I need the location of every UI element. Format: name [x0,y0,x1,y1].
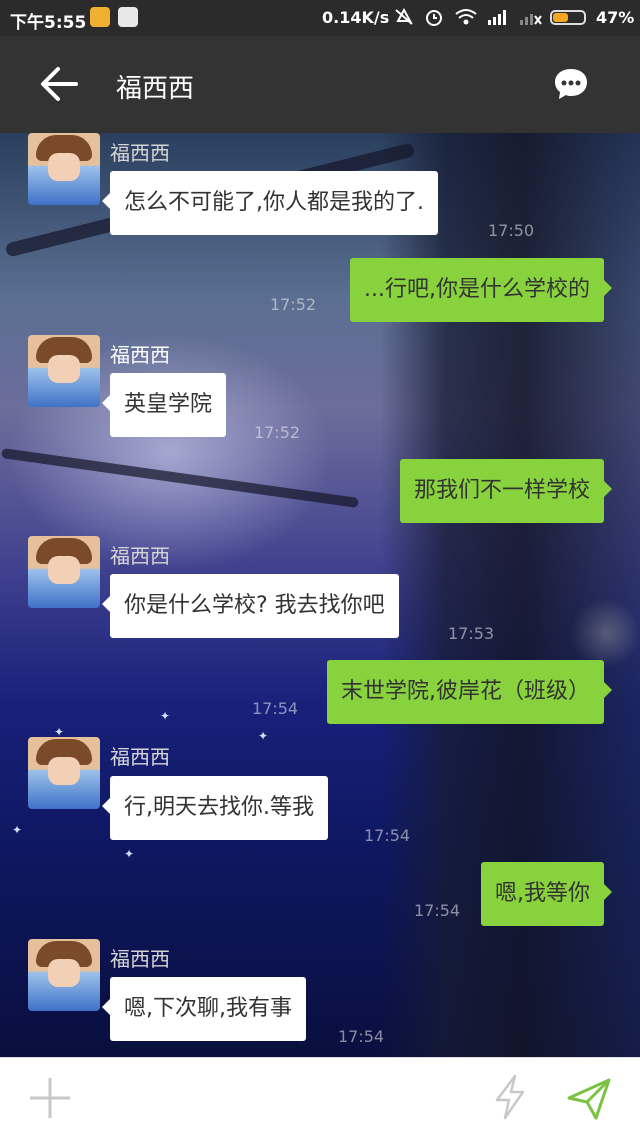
message-time: 17:52 [270,295,317,314]
message-time: 17:52 [254,423,301,442]
background-star: ✦ [124,847,135,861]
message-bubble[interactable]: 嗯,下次聊,我有事 [102,977,306,1041]
sender-name: 福西西 [110,343,170,367]
avatar-face [48,153,80,181]
message-time: 17:54 [252,699,299,718]
battery-icon [550,10,586,25]
background-branch [1,447,359,509]
background-star: ✦ [258,729,269,743]
alarm-icon [426,10,442,26]
status-time: 下午5:55 [10,13,87,33]
chat-header: 福西西 [0,36,640,133]
send-icon[interactable] [566,1076,612,1122]
avatar-face [48,556,80,584]
app-icon [118,7,138,27]
chat-title: 福西西 [116,74,195,104]
message-bubble[interactable]: ...行吧,你是什么学校的 [350,258,612,322]
message-bubble[interactable]: 怎么不可能了,你人都是我的了. [102,171,438,235]
signal-off-icon [520,14,542,25]
message-time: 17:54 [364,826,411,845]
message-time: 17:54 [338,1027,385,1046]
plus-icon[interactable] [28,1076,72,1120]
avatar-face [48,959,80,987]
avatar-face [48,757,80,785]
message-bubble[interactable]: 嗯,我等你 [481,862,612,926]
battery-fill [553,13,569,22]
arrow-left-icon[interactable] [36,64,80,104]
sender-name: 福西西 [110,947,170,971]
lightning-icon[interactable] [493,1074,527,1120]
avatar[interactable] [28,335,100,407]
message-time: 17:53 [448,624,495,643]
status-bar: 下午5:55 0.14K/s 47% [0,0,640,36]
message-time: 17:54 [414,901,461,920]
battery-percent: 47% [596,8,635,27]
background-star: ✦ [160,709,171,723]
signal-icon [488,10,506,25]
mute-icon [395,8,413,25]
sender-name: 福西西 [110,141,170,165]
wifi-icon [455,9,477,25]
sender-name: 福西西 [110,544,170,568]
input-bar [0,1057,640,1138]
network-speed: 0.14K/s [322,8,390,27]
avatar[interactable] [28,536,100,608]
message-bubble[interactable]: 那我们不一样学校 [399,459,613,523]
chat-bubble-icon[interactable] [553,67,589,101]
avatar[interactable] [28,133,100,205]
message-bubble[interactable]: 英皇学院 [101,373,227,437]
message-list[interactable]: ✦ ✦ ✦ ✦ ✦ 福西西 怎么不可能了,你人都是我的了. 17:50 17:5… [0,133,640,1057]
avatar[interactable] [28,939,100,1011]
avatar[interactable] [28,737,100,809]
message-bubble[interactable]: 末世学院,彼岸花（班级） [327,660,612,724]
sender-name: 福西西 [110,745,170,769]
background-star: ✦ [12,823,23,837]
message-time: 17:50 [488,221,535,240]
weibo-icon [90,7,110,27]
avatar-face [48,355,80,383]
message-bubble[interactable]: 你是什么学校? 我去找你吧 [102,574,399,638]
message-bubble[interactable]: 行,明天去找你.等我 [102,776,328,840]
